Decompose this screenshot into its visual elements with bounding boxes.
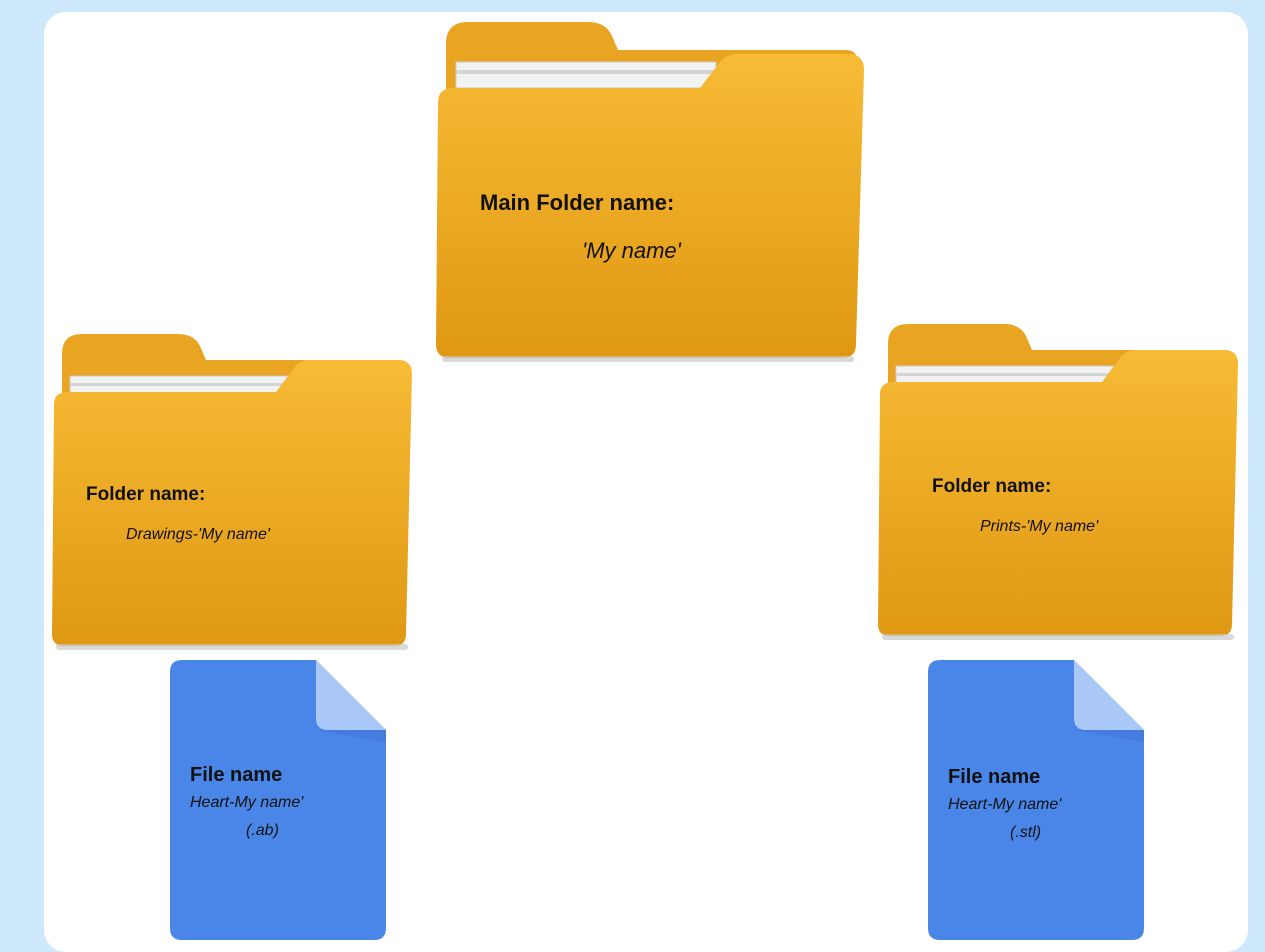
main-folder-title: Main Folder name: — [480, 190, 675, 215]
heart-ab-file-extension: (.ab) — [246, 822, 279, 839]
main-folder: Main Folder name: 'My name' — [428, 14, 868, 366]
prints-folder: Folder name: Prints-'My name' — [874, 322, 1240, 642]
prints-folder-title: Folder name: — [932, 476, 1052, 497]
heart-stl-file-name: Heart-My name' — [948, 796, 1062, 813]
heart-ab-file: File name Heart-My name' (.ab) — [170, 660, 388, 942]
heart-stl-file-title: File name — [948, 766, 1041, 788]
heart-stl-file-extension: (.stl) — [1010, 824, 1042, 841]
drawings-folder: Folder name: Drawings-'My name' — [48, 332, 414, 652]
drawings-folder-name: Drawings-'My name' — [126, 526, 270, 543]
heart-ab-file-title: File name — [190, 764, 283, 786]
heart-stl-file: File name Heart-My name' (.stl) — [928, 660, 1146, 942]
main-folder-name: 'My name' — [582, 238, 681, 263]
prints-folder-name: Prints-'My name' — [980, 518, 1099, 535]
diagram-canvas: Main Folder name: 'My name' Folder name:… — [44, 12, 1248, 952]
drawings-folder-title: Folder name: — [86, 484, 206, 505]
folder-icon — [878, 324, 1238, 640]
heart-ab-file-name: Heart-My name' — [190, 794, 304, 811]
